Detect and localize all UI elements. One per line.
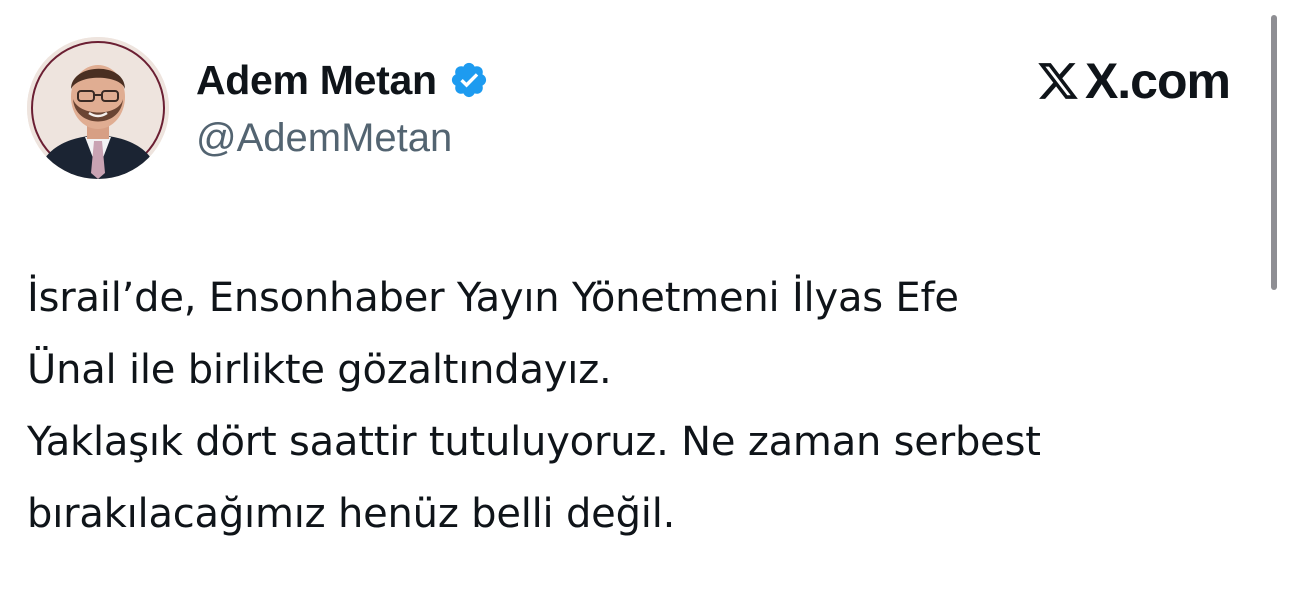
tweet-text-line: Ünal ile birlikte gözaltındayız. [27, 347, 612, 393]
profile-photo [27, 37, 169, 179]
brand-text: X.com [1084, 53, 1231, 109]
verified-badge-icon [449, 60, 489, 100]
tweet-text: İsrail’de, Ensonhaber Yayın Yönetmeni İl… [27, 262, 1262, 550]
author-avatar[interactable] [27, 37, 169, 179]
author-handle[interactable]: @AdemMetan [196, 116, 452, 161]
x-logo-icon [1035, 59, 1081, 103]
tweet-text-line: Yaklaşık dört saattir tutuluyoruz. Ne za… [27, 419, 1041, 465]
tweet-text-line: bırakılacağımız henüz belli değil. [27, 491, 676, 537]
tweet-text-line: İsrail’de, Ensonhaber Yayın Yönetmeni İl… [27, 275, 959, 321]
author-name-row: Adem Metan [196, 54, 489, 106]
vertical-scrollbar[interactable] [1271, 15, 1277, 290]
author-display-name[interactable]: Adem Metan [196, 57, 437, 104]
brand-mark: X.com [1035, 52, 1231, 110]
tweet-card: Adem Metan @AdemMetan X.com İsrail’de, E… [0, 0, 1290, 600]
